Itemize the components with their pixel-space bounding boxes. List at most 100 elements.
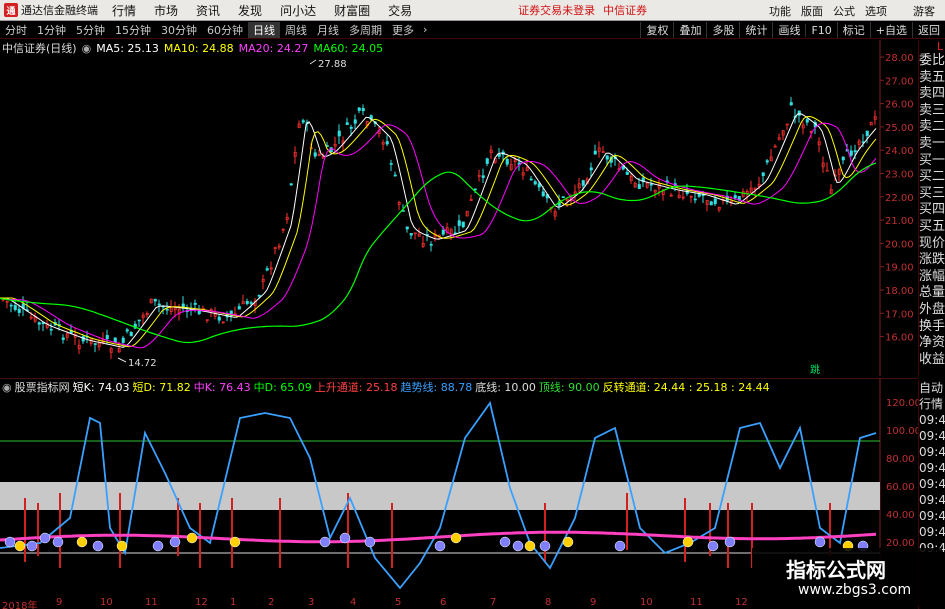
side-panel-item[interactable]: 外盘 <box>919 302 945 319</box>
smiley-icon <box>319 536 331 548</box>
side-panel-item[interactable]: 卖五 <box>919 70 945 87</box>
date-tick-label: 10 <box>640 597 653 608</box>
menu-formula[interactable]: 公式 <box>833 3 855 19</box>
candle-body <box>105 335 109 340</box>
side-panel-item[interactable]: 换手 <box>919 319 945 336</box>
side-panel-item[interactable]: 委比 <box>919 53 945 70</box>
side-panel-item[interactable]: 卖二 <box>919 119 945 136</box>
side-panel-item[interactable]: 收益 <box>919 352 945 369</box>
tick-time-item[interactable]: 09:47 <box>919 444 945 460</box>
smiley-icon <box>169 536 181 548</box>
menu-wealth-circle[interactable]: 财富圈 <box>334 2 370 19</box>
indicator-name[interactable]: 股票指标网 <box>15 379 70 395</box>
indicator-legend: ◉ 股票指标网 短K: 74.03 短D: 71.82 中K: 76.43 中D… <box>2 379 773 395</box>
smiley-icon <box>52 536 64 548</box>
stock-name[interactable]: 中信证券(日线) <box>2 40 77 56</box>
tab-more[interactable]: 更多 <box>387 22 419 38</box>
tool-multi-stock[interactable]: 多股 <box>706 22 739 38</box>
side-panel-toggle[interactable]: L <box>919 40 945 53</box>
tick-time-item[interactable]: 自动 <box>919 380 945 396</box>
tick-time-item[interactable]: 09:47 <box>919 508 945 524</box>
candle-body <box>17 308 21 313</box>
side-panel-item[interactable]: 卖四 <box>919 86 945 103</box>
tool-mark[interactable]: 标记 <box>836 22 870 38</box>
candle-body <box>361 108 365 112</box>
settings-icon[interactable]: ◉ <box>82 42 92 55</box>
tool-stats[interactable]: 统计 <box>739 22 772 38</box>
menu-quotes[interactable]: 行情 <box>112 2 136 19</box>
candle-body <box>9 304 13 307</box>
ma-legend: 中信证券(日线) ◉ MA5: 25.13 MA10: 24.88 MA20: … <box>2 40 388 56</box>
high-price-label: 27.88 <box>318 59 347 70</box>
side-panel-item[interactable]: 现价 <box>919 236 945 253</box>
tick-time-item[interactable]: 09:47 <box>919 476 945 492</box>
tab-multi-period[interactable]: 多周期 <box>344 22 387 38</box>
chevron-right-icon[interactable]: › <box>419 23 429 36</box>
menu-trade[interactable]: 交易 <box>388 2 412 19</box>
candle-body <box>865 130 869 136</box>
indicator-tick-label: 100.00 <box>886 426 918 437</box>
menu-layout[interactable]: 版面 <box>801 3 823 19</box>
candle-body <box>49 328 53 331</box>
tick-time-item[interactable]: 09:47 <box>919 412 945 428</box>
side-panel-item[interactable]: 买一 <box>919 153 945 170</box>
menu-discover[interactable]: 发现 <box>238 2 262 19</box>
candle-body <box>389 163 393 165</box>
menu-news[interactable]: 资讯 <box>196 2 220 19</box>
menu-options[interactable]: 选项 <box>865 3 887 19</box>
broker-name[interactable]: 中信证券 <box>603 2 647 18</box>
smiley-icon <box>116 540 128 552</box>
tool-add-watchlist[interactable]: +自选 <box>869 22 912 38</box>
candle-body <box>93 343 97 345</box>
price-tick-label: 27.00 <box>885 76 914 87</box>
side-panel-item[interactable]: 涨幅 <box>919 269 945 286</box>
guest-user[interactable]: 游客 <box>913 3 935 19</box>
tab-15min[interactable]: 15分钟 <box>110 22 156 38</box>
date-tick-label: 3 <box>308 597 315 608</box>
menu-assistant[interactable]: 问小达 <box>280 2 316 19</box>
date-tick-label: 8 <box>545 597 552 608</box>
tab-30min[interactable]: 30分钟 <box>156 22 202 38</box>
side-panel-item[interactable]: 卖一 <box>919 136 945 153</box>
up-channel-label: 上升通道: 25.18 <box>314 381 398 394</box>
candle-body <box>541 191 545 197</box>
side-panel-item[interactable]: 净资 <box>919 335 945 352</box>
price-tick-label: 18.00 <box>885 286 914 297</box>
side-panel-item[interactable]: 买四 <box>919 202 945 219</box>
mid-d-label: 中D: 65.09 <box>253 381 312 394</box>
side-panel-item[interactable]: 买三 <box>919 186 945 203</box>
smiley-icon <box>229 536 241 548</box>
tick-time-item[interactable]: 09:47 <box>919 524 945 540</box>
tool-overlay[interactable]: 叠加 <box>673 22 706 38</box>
tab-daily[interactable]: 日线 <box>248 21 280 38</box>
menu-function[interactable]: 功能 <box>769 3 791 19</box>
side-panel-item[interactable]: 总量 <box>919 285 945 302</box>
tool-f10[interactable]: F10 <box>805 23 836 37</box>
candlestick-chart[interactable]: 28.00 27.00 26.00 25.00 24.00 23.00 22.00 21.00… <box>0 40 918 376</box>
side-panel-item[interactable]: 买二 <box>919 169 945 186</box>
tab-1min[interactable]: 1分钟 <box>32 22 71 38</box>
tick-time-item[interactable]: 09:47 <box>919 460 945 476</box>
tab-monthly[interactable]: 月线 <box>312 22 344 38</box>
side-panel-item[interactable]: 卖三 <box>919 103 945 120</box>
indicator-settings-icon[interactable]: ◉ <box>2 381 12 394</box>
bottom-line-label: 底线: 10.00 <box>475 381 536 394</box>
tick-time-item[interactable]: 09:47 <box>919 428 945 444</box>
side-panel-item[interactable]: 买五 <box>919 219 945 236</box>
tab-60min[interactable]: 60分钟 <box>202 22 248 38</box>
login-notice[interactable]: 证券交易未登录 <box>518 2 595 18</box>
smiley-icon <box>682 536 694 548</box>
tool-draw[interactable]: 画线 <box>772 22 805 38</box>
ma20-label: MA20: 24.27 <box>238 41 309 55</box>
smiley-icon <box>499 536 511 548</box>
candle-body <box>789 102 793 106</box>
tick-time-item[interactable]: 行情 <box>919 396 945 412</box>
tab-weekly[interactable]: 周线 <box>280 22 312 38</box>
side-panel-item[interactable]: 涨跌 <box>919 252 945 269</box>
menu-market[interactable]: 市场 <box>154 2 178 19</box>
tick-time-item[interactable]: 09:47 <box>919 492 945 508</box>
tab-5min[interactable]: 5分钟 <box>71 22 110 38</box>
tool-back[interactable]: 返回 <box>912 22 945 38</box>
tool-adjust[interactable]: 复权 <box>640 22 673 38</box>
tab-timeshare[interactable]: 分时 <box>0 22 32 38</box>
